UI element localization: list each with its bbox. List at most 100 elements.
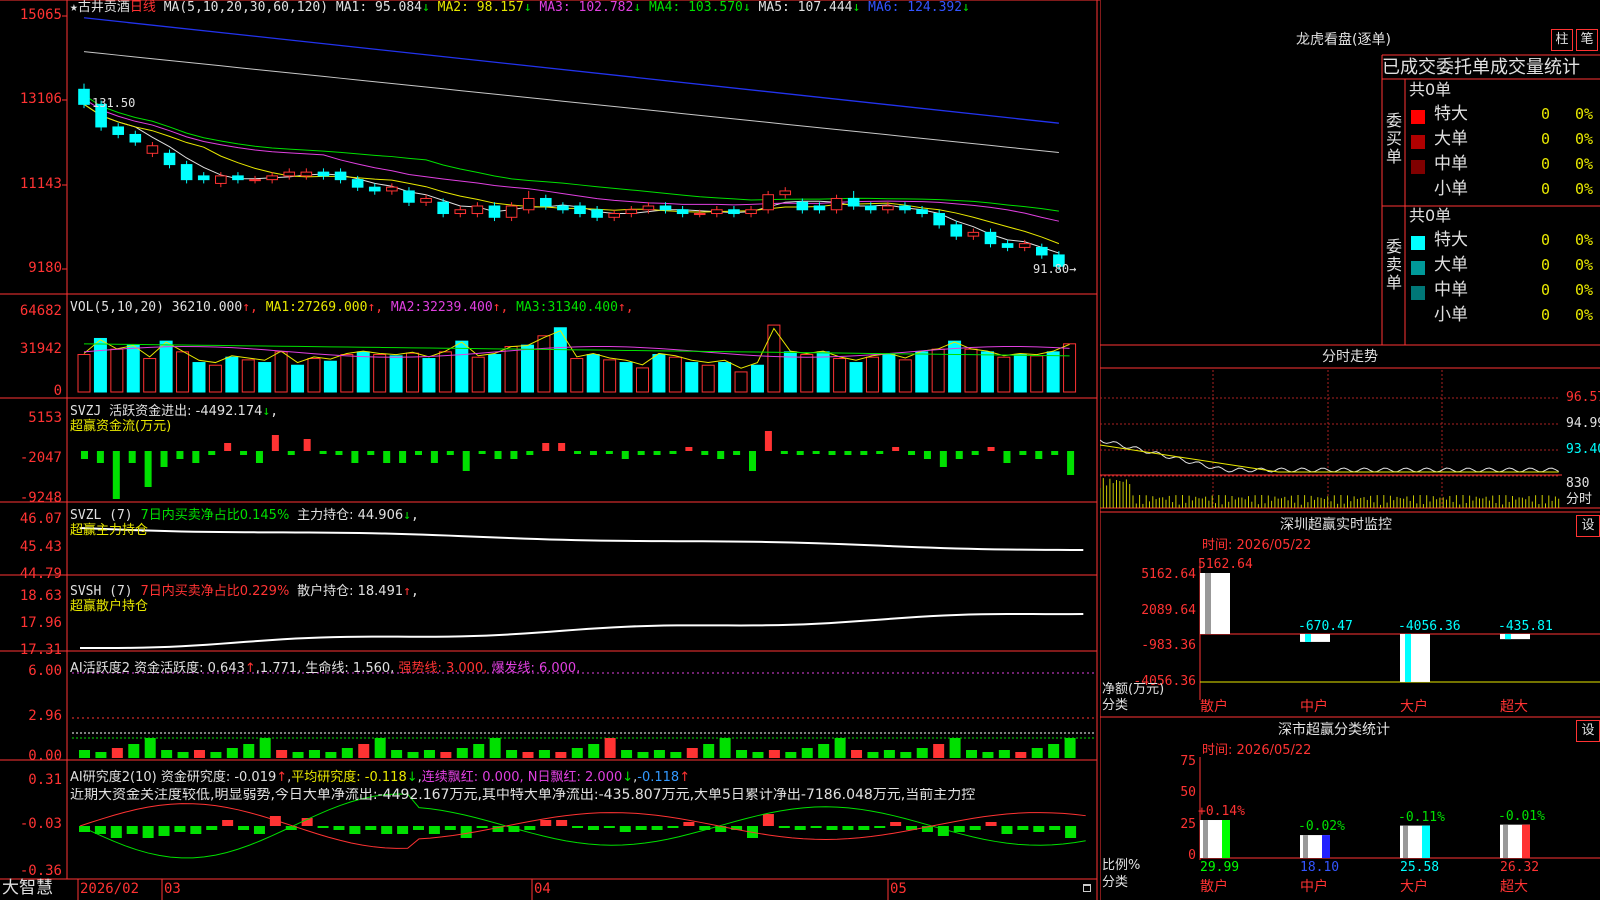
candle <box>78 88 90 105</box>
flow-bar <box>415 451 422 455</box>
activity-bar <box>374 738 386 758</box>
order-type: 大单 <box>1434 129 1468 149</box>
chart-area[interactable]: ★古井贡酒日线 MA(5,10,20,30,60,120) MA1: 95.08… <box>0 0 1100 900</box>
activity-bar <box>276 750 288 758</box>
candle <box>403 190 415 203</box>
candle <box>300 171 313 177</box>
flow-bar <box>335 451 343 455</box>
flow-bar <box>383 451 391 463</box>
stock-name[interactable]: 古井贡酒 <box>78 0 130 15</box>
ma-value: MA5: 107.444 <box>758 0 853 15</box>
candle <box>830 197 843 211</box>
volume-bar <box>208 364 222 393</box>
volume-bar <box>258 362 272 393</box>
axis-label: 0 <box>53 383 62 399</box>
monitor-time: 时间: 2026/05/22 <box>1202 538 1312 553</box>
volume-bar <box>865 356 879 393</box>
candle <box>762 194 774 211</box>
activity-bar <box>456 748 468 758</box>
order-total: 共0单 <box>1409 80 1452 99</box>
flow-bar <box>971 451 979 455</box>
ma-line <box>83 103 1060 254</box>
monitor-category: 超大 <box>1500 699 1528 715</box>
activity-bar <box>982 752 994 758</box>
activity-bar <box>473 744 485 758</box>
monitor-ylabel: 净额(万元) <box>1102 682 1165 697</box>
order-type: 中单 <box>1434 154 1468 174</box>
monitor-bar-shade <box>1505 634 1511 640</box>
flow-bar <box>637 451 645 455</box>
activity-bar <box>686 748 698 758</box>
volume-bar <box>652 354 666 393</box>
activity-bar <box>933 744 945 758</box>
flow-bar <box>208 451 216 455</box>
activity-bar <box>423 750 435 758</box>
candle <box>334 171 347 181</box>
classify-xlabel: 分类 <box>1102 875 1129 890</box>
flow-bar <box>955 451 963 459</box>
stat-title: 已成交委托单成交量统计 <box>1382 57 1580 78</box>
star-icon: ★ <box>70 0 78 15</box>
intraday-title[interactable]: 分时走势 <box>1322 350 1378 365</box>
candle <box>522 197 535 211</box>
monitor-bar-value: -4056.36 <box>1398 619 1461 634</box>
candle <box>249 179 261 182</box>
research-bar <box>142 826 154 838</box>
research-bar <box>317 826 329 828</box>
flow-bar <box>1003 451 1011 463</box>
research-bar <box>460 826 472 838</box>
monitor-category: 大户 <box>1400 699 1428 715</box>
order-pct: 0% <box>1575 281 1594 299</box>
activity-bar <box>867 752 879 758</box>
volume-bar <box>882 354 896 393</box>
research-bar <box>110 826 122 838</box>
flow-bar <box>701 451 709 455</box>
classify-title: 深市超赢分类统计 <box>1278 722 1390 738</box>
research-bar <box>540 820 552 826</box>
order-pct: 0% <box>1575 231 1594 249</box>
tick-tab[interactable]: 笔 <box>1576 29 1598 51</box>
flow-bar <box>240 451 248 455</box>
candle <box>539 197 552 207</box>
candle <box>266 175 278 181</box>
monitor-settings-button[interactable]: 设 <box>1576 515 1600 537</box>
activity-bar <box>883 750 895 758</box>
classify-bottom-label: 26.32 <box>1500 860 1540 875</box>
classify-top-label: -0.02% <box>1298 819 1345 835</box>
research-bar <box>651 826 663 830</box>
activity-bar <box>670 752 682 758</box>
axis-label: 13106 <box>19 91 62 107</box>
period-label[interactable]: 日线 <box>130 0 156 15</box>
flow-bar <box>558 443 566 451</box>
ma-value: MA2: 98.157 <box>437 0 524 15</box>
svzl-line <box>79 527 1084 552</box>
volume-bar <box>406 352 420 393</box>
classify-settings-button[interactable]: 设 <box>1576 720 1600 742</box>
intraday-axis-label: 96.57 <box>1566 390 1600 405</box>
flow-bar <box>112 451 120 499</box>
lock-icon[interactable] <box>1083 884 1091 892</box>
axis-label: 18.63 <box>19 588 62 604</box>
activity-bar <box>79 750 90 758</box>
research-bar <box>556 820 568 826</box>
volume-bar <box>77 354 91 393</box>
activity-bar <box>391 750 403 758</box>
main-chart-svg[interactable] <box>0 0 1100 900</box>
bar-tab[interactable]: 柱 <box>1551 29 1573 51</box>
flow-bar <box>621 451 629 459</box>
activity-bar <box>703 744 715 758</box>
research-bar <box>778 826 790 828</box>
classify-top-label: +0.14% <box>1198 804 1245 819</box>
monitor-bar <box>1200 573 1230 634</box>
volume-bar <box>422 358 436 393</box>
ma6-line <box>83 17 1059 124</box>
flow-bar <box>892 447 900 451</box>
flow-bar <box>446 451 454 455</box>
classify-bar-color <box>1422 825 1430 858</box>
volume-bar <box>1046 351 1060 393</box>
research-bar <box>874 826 886 828</box>
volume-bar <box>750 364 764 393</box>
date-label: 03 <box>164 881 181 897</box>
activity-bar <box>653 750 665 758</box>
volume-bar <box>685 362 699 393</box>
